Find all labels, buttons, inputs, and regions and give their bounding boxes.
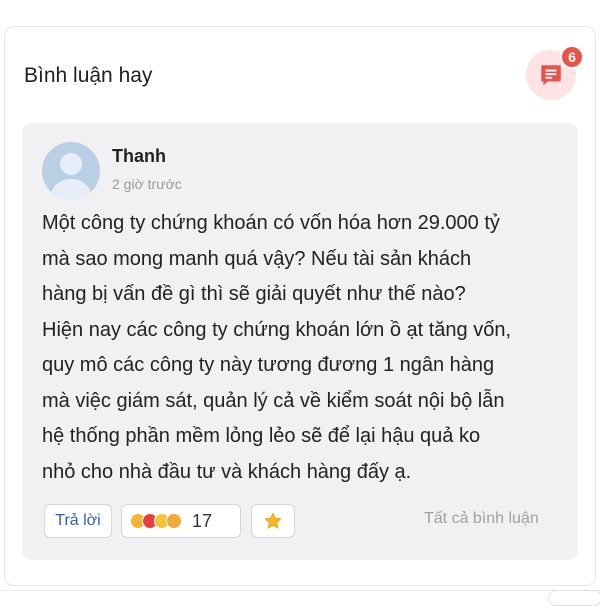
comment-line: mà sao mong manh quá vậy? Nếu tài sản kh…: [42, 247, 472, 270]
star-button[interactable]: [251, 504, 295, 538]
comment-time: 2 giờ trước: [112, 176, 182, 192]
comment-line: hệ thống phần mềm lỏng lẻo sẽ để lại hậu…: [42, 425, 481, 447]
comment-line: nhỏ cho nhà đầu tư và khách hàng đấy ạ.: [42, 460, 412, 483]
star-icon: [264, 512, 282, 529]
comment-author[interactable]: Thanh: [112, 146, 166, 167]
section-title: Bình luận hay: [24, 64, 153, 87]
comment-line: Một công ty chứng khoán có vốn hóa hơn 2…: [42, 212, 500, 234]
bottom-tab[interactable]: [548, 590, 600, 606]
user-silhouette-icon: [50, 153, 92, 200]
comment-line: quy mô các công ty này tương đương 1 ngâ…: [42, 354, 495, 376]
wow-icon: [166, 513, 182, 529]
comment-line: mà việc giám sát, quản lý cả về kiểm soá…: [42, 389, 505, 412]
all-comments-link[interactable]: Tất cả bình luận: [424, 510, 539, 528]
comment-icon: [541, 65, 561, 86]
comment-body: Một công ty chứng khoán có vốn hóa hơn 2…: [42, 206, 562, 490]
comment-count-badge: 6: [560, 45, 584, 69]
comment-line: Hiện nay các công ty chứng khoán lớn ồ ạ…: [42, 318, 512, 341]
reply-button[interactable]: Trả lời: [44, 504, 112, 538]
divider: [0, 590, 600, 591]
comment-line: hàng bị vấn đề gì thì sẽ giải quyết như …: [42, 283, 466, 305]
avatar[interactable]: [42, 142, 100, 200]
reaction-count: 17: [192, 510, 213, 531]
reactions-button[interactable]: 17: [121, 504, 241, 538]
